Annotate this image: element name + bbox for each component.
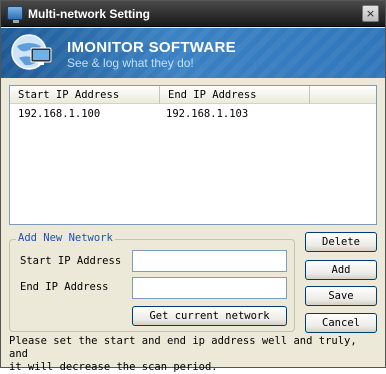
close-button[interactable]: × (362, 5, 379, 22)
column-end-ip[interactable]: End IP Address (160, 86, 310, 104)
list-header: Start IP Address End IP Address (10, 86, 376, 104)
hint-text: Please set the start and end ip address … (9, 335, 357, 373)
add-network-group: Add New Network Start IP Address End IP … (9, 232, 295, 332)
brand-slogan: See & log what they do! (67, 56, 194, 70)
row-end-ip: 192.168.1.103 (166, 108, 249, 120)
brand-name: IMONITOR SOFTWARE (67, 39, 236, 56)
group-legend: Add New Network (16, 232, 115, 244)
start-ip-label: Start IP Address (20, 255, 122, 267)
network-list[interactable]: Start IP Address End IP Address 192.168.… (9, 85, 377, 225)
cancel-button[interactable]: Cancel (305, 313, 377, 333)
monitor-globe-icon (11, 34, 52, 70)
get-current-network-button[interactable]: Get current network (132, 306, 287, 326)
brand-banner: IMONITOR SOFTWARE See & log what they do… (1, 28, 385, 78)
monitor-app-icon (7, 6, 23, 23)
multi-network-dialog: Multi-network Setting × IMONITOR SOFTWAR… (0, 0, 386, 373)
title-bar[interactable]: Multi-network Setting × (1, 1, 385, 27)
add-button[interactable]: Add (305, 260, 377, 280)
end-ip-input[interactable] (132, 277, 287, 299)
window-title: Multi-network Setting (28, 7, 150, 21)
list-row[interactable]: 192.168.1.100 192.168.1.103 (10, 106, 376, 122)
start-ip-input[interactable] (132, 250, 287, 272)
row-start-ip: 192.168.1.100 (18, 108, 101, 120)
delete-button[interactable]: Delete (305, 232, 377, 252)
save-button[interactable]: Save (305, 286, 377, 306)
end-ip-label: End IP Address (20, 281, 109, 293)
column-start-ip[interactable]: Start IP Address (10, 86, 160, 104)
